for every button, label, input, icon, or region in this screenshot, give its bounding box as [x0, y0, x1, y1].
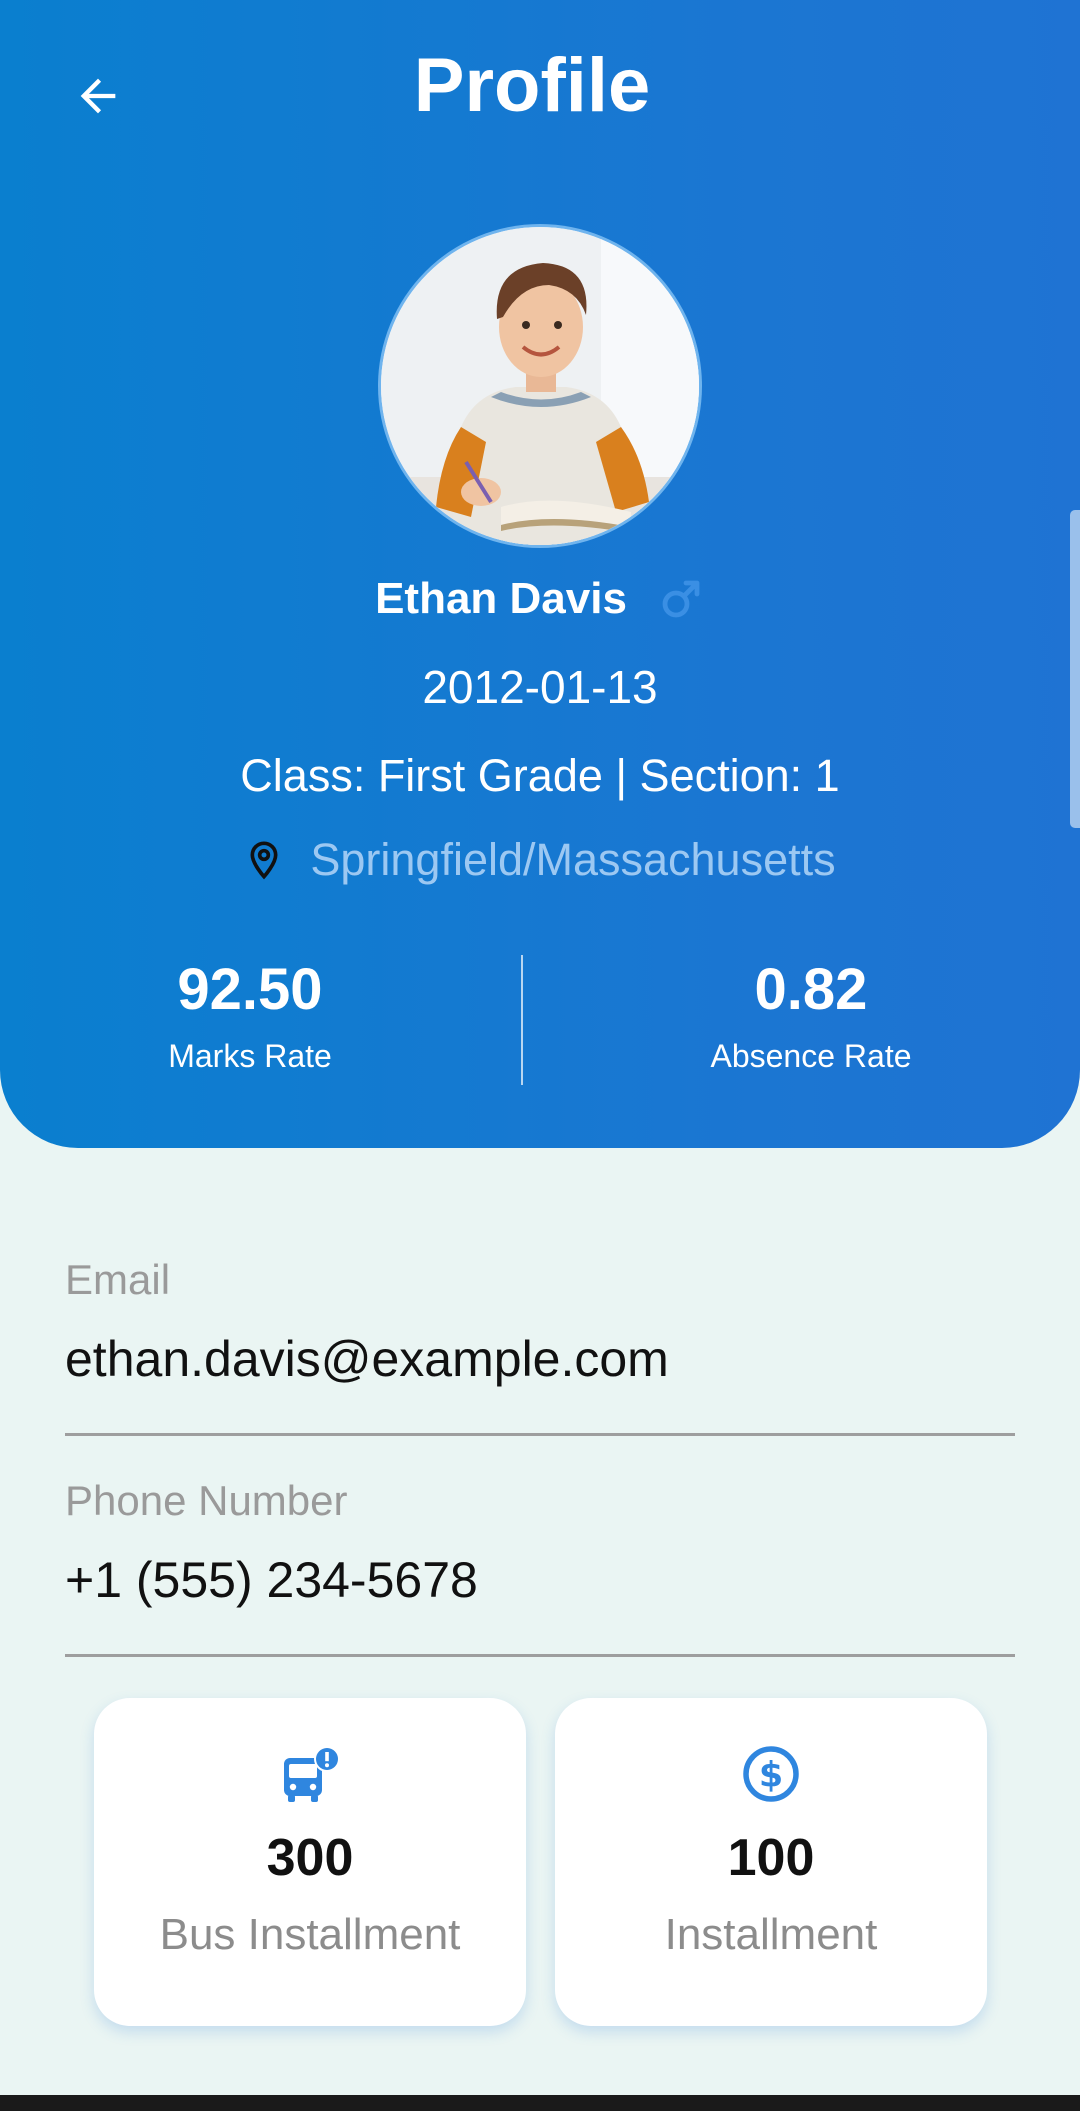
phone-label: Phone Number: [65, 1477, 348, 1524]
dollar-circle-icon: $: [743, 1746, 799, 1802]
page-title: Profile: [413, 43, 651, 128]
marks-rate-label: Marks Rate: [168, 1038, 332, 1074]
profile-screen: Profile Ethan Davis 2012-01-13 Class: Fi…: [0, 0, 1080, 2111]
absence-rate-stat: 0.82 Absence Rate: [631, 958, 991, 1075]
marks-rate-value: 92.50: [177, 957, 323, 1022]
avatar: [378, 224, 702, 548]
bus-installment-card[interactable]: 300 Bus Installment: [94, 1698, 526, 2026]
email-underline: [65, 1433, 1015, 1436]
phone-underline: [65, 1654, 1015, 1657]
location-text: Springfield/Massachusetts: [310, 834, 836, 885]
marks-rate-stat: 92.50 Marks Rate: [70, 958, 430, 1075]
location-row: Springfield/Massachusetts: [0, 834, 1080, 886]
absence-rate-label: Absence Rate: [710, 1038, 912, 1074]
class-section: Class: First Grade | Section: 1: [240, 750, 840, 801]
installment-label: Installment: [664, 1910, 878, 1959]
email-value: ethan.davis@example.com: [65, 1331, 669, 1387]
installment-card[interactable]: $ 100 Installment: [555, 1698, 987, 2026]
installment-value: 100: [727, 1829, 815, 1887]
absence-rate-value: 0.82: [754, 957, 868, 1022]
student-name: Ethan Davis: [375, 574, 627, 623]
email-field[interactable]: Email ethan.davis@example.com: [65, 1256, 1015, 1388]
phone-field[interactable]: Phone Number +1 (555) 234-5678: [65, 1477, 1015, 1609]
email-label: Email: [65, 1256, 171, 1303]
profile-header: Profile Ethan Davis 2012-01-13 Class: Fi…: [0, 0, 1080, 1148]
system-navigation-bar: [0, 2095, 1080, 2111]
phone-value: +1 (555) 234-5678: [65, 1552, 478, 1608]
stats-divider: [521, 955, 523, 1085]
student-photo: [381, 227, 699, 545]
date-of-birth: 2012-01-13: [422, 661, 658, 713]
male-icon: [662, 580, 700, 618]
bus-alert-icon: [284, 1746, 340, 1802]
svg-text:$: $: [759, 1756, 783, 1796]
name-row: Ethan Davis: [0, 574, 1080, 624]
location-pin-icon: [250, 841, 278, 880]
bus-installment-value: 300: [266, 1829, 354, 1887]
bus-installment-label: Bus Installment: [159, 1910, 461, 1959]
